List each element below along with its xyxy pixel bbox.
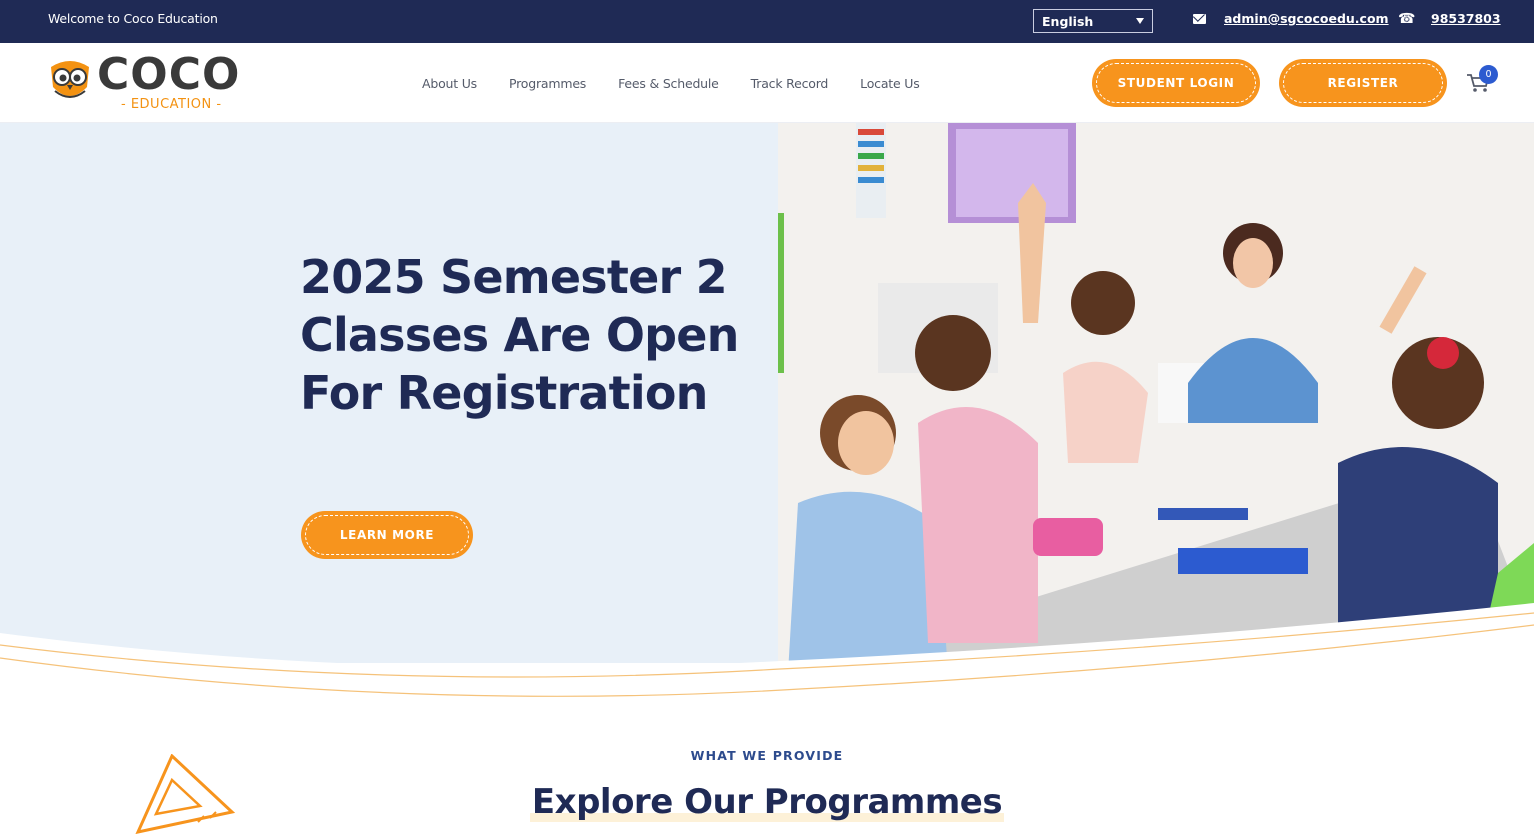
chevron-down-icon (1136, 18, 1144, 24)
hero-wave-divider (0, 603, 1534, 733)
learn-more-label: LEARN MORE (339, 528, 435, 542)
nav-track-record[interactable]: Track Record (751, 76, 829, 91)
hero-section: 2025 Semester 2 Classes Are Open For Reg… (0, 123, 1534, 733)
language-select[interactable]: English (1033, 9, 1153, 33)
student-login-button[interactable]: STUDENT LOGIN (1092, 59, 1260, 107)
welcome-text: Welcome to Coco Education (48, 11, 218, 26)
email-link[interactable]: admin@sgcocoedu.com (1224, 11, 1389, 26)
brand-name: COCO (97, 49, 241, 100)
classroom-illustration (778, 123, 1534, 673)
top-bar: Welcome to Coco Education English admin@… (0, 0, 1534, 43)
main-header: COCO - EDUCATION - About Us Programmes F… (0, 43, 1534, 123)
phone-icon: ☎ (1398, 11, 1416, 27)
section-eyebrow: WHAT WE PROVIDE (690, 748, 844, 763)
register-label: REGISTER (1327, 76, 1399, 90)
brand-sub-text: EDUCATION (130, 97, 212, 112)
student-login-label: STUDENT LOGIN (1117, 76, 1235, 90)
primary-nav: About Us Programmes Fees & Schedule Trac… (422, 76, 952, 91)
nav-programmes[interactable]: Programmes (509, 76, 586, 91)
site-logo[interactable]: COCO - EDUCATION - (47, 49, 247, 115)
section-title: Explore Our Programmes (0, 782, 1534, 822)
hero-headline: 2025 Semester 2 Classes Are Open For Reg… (300, 250, 739, 420)
phone-link[interactable]: 98537803 (1431, 11, 1501, 26)
classroom-photo (778, 123, 1534, 673)
register-button[interactable]: REGISTER (1279, 59, 1447, 107)
cart-count-badge: 0 (1479, 65, 1498, 84)
section-title-text: Explore Our Programmes (529, 782, 1005, 822)
nav-fees-schedule[interactable]: Fees & Schedule (618, 76, 719, 91)
nav-about-us[interactable]: About Us (422, 76, 477, 91)
language-value: English (1042, 14, 1094, 29)
learn-more-button[interactable]: LEARN MORE (301, 511, 473, 559)
owl-logo-icon (51, 61, 89, 98)
envelope-icon (1193, 14, 1206, 24)
nav-locate-us[interactable]: Locate Us (860, 76, 920, 91)
brand-sub: - EDUCATION - (121, 97, 222, 112)
